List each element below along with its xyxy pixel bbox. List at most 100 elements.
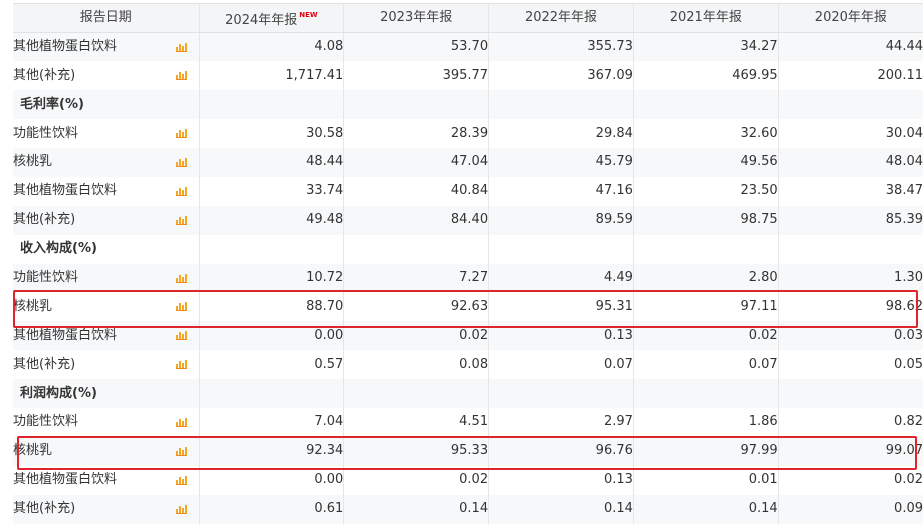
value-cell: 0.14 bbox=[632, 494, 779, 524]
empty-cell bbox=[632, 379, 779, 408]
row-label: 功能性饮料 bbox=[13, 125, 79, 141]
bar-chart-icon[interactable] bbox=[176, 302, 187, 312]
table-row: 其他植物蛋白饮料 0.00 0.02 0.13 0.01 0.02 bbox=[13, 465, 923, 495]
year-header-label: 2024年年报 bbox=[225, 12, 298, 28]
section-title: 利润构成(%) bbox=[13, 379, 199, 408]
value-cell: 33.74 bbox=[198, 176, 344, 206]
table-row: 核桃乳 48.44 47.04 45.79 49.56 48.04 bbox=[13, 147, 923, 177]
table-row: 其他(补充) 49.48 84.40 89.59 98.75 85.39 bbox=[13, 205, 923, 235]
empty-cell bbox=[198, 379, 344, 408]
value-cell: 1.86 bbox=[632, 407, 779, 437]
section-title: 收入构成(%) bbox=[13, 234, 199, 264]
bar-chart-icon[interactable] bbox=[176, 360, 187, 370]
value-cell: 92.34 bbox=[198, 436, 344, 466]
value-cell: 23.50 bbox=[632, 176, 779, 206]
report-date-header: 报告日期 bbox=[13, 3, 199, 33]
row-label: 其他植物蛋白饮料 bbox=[13, 472, 118, 488]
value-cell: 4.08 bbox=[198, 32, 344, 62]
table-row: 功能性饮料 7.04 4.51 2.97 1.86 0.82 bbox=[13, 407, 923, 437]
table-row: 其他植物蛋白饮料 0.00 0.02 0.13 0.02 0.03 bbox=[13, 321, 923, 351]
value-cell: 0.13 bbox=[488, 465, 634, 495]
value-cell: 0.05 bbox=[777, 350, 923, 380]
table-row: 其他(补充) 0.61 0.14 0.14 0.14 0.09 bbox=[13, 494, 923, 524]
year-header-2023[interactable]: 2023年年报 bbox=[343, 3, 489, 33]
bar-chart-icon[interactable] bbox=[176, 273, 187, 283]
empty-cell bbox=[632, 234, 779, 264]
row-label-cell: 其他(补充) bbox=[13, 205, 199, 235]
value-cell: 355.73 bbox=[488, 32, 634, 62]
bar-chart-icon[interactable] bbox=[176, 42, 187, 52]
row-label-cell: 其他(补充) bbox=[13, 350, 199, 380]
row-label-cell: 功能性饮料 bbox=[13, 407, 199, 437]
value-cell: 0.02 bbox=[343, 321, 489, 351]
bar-chart-icon[interactable] bbox=[176, 417, 187, 427]
value-cell: 0.02 bbox=[777, 465, 923, 495]
value-cell: 38.47 bbox=[777, 176, 923, 206]
table-row: 其他(补充) 0.57 0.08 0.07 0.07 0.05 bbox=[13, 350, 923, 380]
empty-cell bbox=[777, 379, 923, 408]
value-cell: 45.79 bbox=[488, 147, 634, 177]
bar-chart-icon[interactable] bbox=[176, 504, 187, 514]
row-label: 其他(补充) bbox=[13, 212, 76, 228]
value-cell: 34.27 bbox=[632, 32, 779, 62]
bar-chart-icon[interactable] bbox=[176, 331, 187, 341]
bar-chart-icon[interactable] bbox=[176, 186, 187, 196]
value-cell: 0.03 bbox=[777, 321, 923, 351]
table-row: 其他植物蛋白饮料 33.74 40.84 47.16 23.50 38.47 bbox=[13, 176, 923, 206]
value-cell: 0.07 bbox=[488, 350, 634, 380]
empty-cell bbox=[632, 90, 779, 120]
value-cell: 0.00 bbox=[198, 321, 344, 351]
row-label-cell: 其他植物蛋白饮料 bbox=[13, 32, 199, 62]
year-header-2021[interactable]: 2021年年报 bbox=[632, 3, 779, 33]
year-header-2024[interactable]: 2024年年报 NEW bbox=[198, 3, 344, 33]
table-header-row: 报告日期 2024年年报 NEW 2023年年报 2022年年报 2021年年报 … bbox=[13, 3, 923, 33]
value-cell: 88.70 bbox=[198, 292, 344, 322]
table-row: 功能性饮料 10.72 7.27 4.49 2.80 1.30 bbox=[13, 263, 923, 293]
value-cell: 4.51 bbox=[343, 407, 489, 437]
row-label-cell: 核桃乳 bbox=[13, 147, 199, 177]
empty-cell bbox=[777, 90, 923, 120]
row-label-cell: 功能性饮料 bbox=[13, 263, 199, 293]
new-badge: NEW bbox=[299, 10, 318, 19]
value-cell: 0.00 bbox=[198, 465, 344, 495]
row-label-cell: 其他(补充) bbox=[13, 494, 199, 524]
section-header-row: 利润构成(%) bbox=[13, 379, 923, 408]
empty-cell bbox=[343, 90, 489, 120]
table-row: 核桃乳 92.34 95.33 96.76 97.99 99.07 bbox=[13, 436, 923, 466]
section-header-row: 收入构成(%) bbox=[13, 234, 923, 264]
empty-cell bbox=[488, 379, 634, 408]
value-cell: 44.44 bbox=[777, 32, 923, 62]
value-cell: 367.09 bbox=[488, 61, 634, 91]
bar-chart-icon[interactable] bbox=[176, 215, 187, 225]
row-label: 核桃乳 bbox=[13, 298, 53, 314]
value-cell: 4.49 bbox=[488, 263, 634, 293]
bar-chart-icon[interactable] bbox=[176, 475, 187, 485]
section-header-row: 毛利率(%) bbox=[13, 90, 923, 120]
row-label-cell: 功能性饮料 bbox=[13, 119, 199, 148]
empty-cell bbox=[488, 234, 634, 264]
value-cell: 97.11 bbox=[632, 292, 779, 322]
value-cell: 98.62 bbox=[777, 292, 923, 322]
value-cell: 48.44 bbox=[198, 147, 344, 177]
row-label: 核桃乳 bbox=[13, 154, 53, 170]
bar-chart-icon[interactable] bbox=[176, 71, 187, 81]
year-header-2022[interactable]: 2022年年报 bbox=[488, 3, 634, 33]
value-cell: 0.09 bbox=[777, 494, 923, 524]
value-cell: 0.02 bbox=[343, 465, 489, 495]
row-label-cell: 核桃乳 bbox=[13, 292, 199, 322]
value-cell: 97.99 bbox=[632, 436, 779, 466]
value-cell: 95.33 bbox=[343, 436, 489, 466]
table-body: 其他植物蛋白饮料 4.08 53.70 355.73 34.27 44.44 其他(补充) 1… bbox=[13, 32, 923, 524]
bar-chart-icon[interactable] bbox=[176, 157, 187, 167]
row-label: 其他植物蛋白饮料 bbox=[13, 183, 118, 199]
table-row: 其他(补充) 1,717.41 395.77 367.09 469.95 200.11 bbox=[13, 61, 923, 91]
bar-chart-icon[interactable] bbox=[176, 129, 187, 139]
value-cell: 1.30 bbox=[777, 263, 923, 293]
value-cell: 47.04 bbox=[343, 147, 489, 177]
bar-chart-icon[interactable] bbox=[176, 446, 187, 456]
year-header-2020[interactable]: 2020年年报 bbox=[777, 3, 923, 33]
value-cell: 2.80 bbox=[632, 263, 779, 293]
row-label-cell: 核桃乳 bbox=[13, 436, 199, 466]
value-cell: 98.75 bbox=[632, 205, 779, 235]
value-cell: 2.97 bbox=[488, 407, 634, 437]
